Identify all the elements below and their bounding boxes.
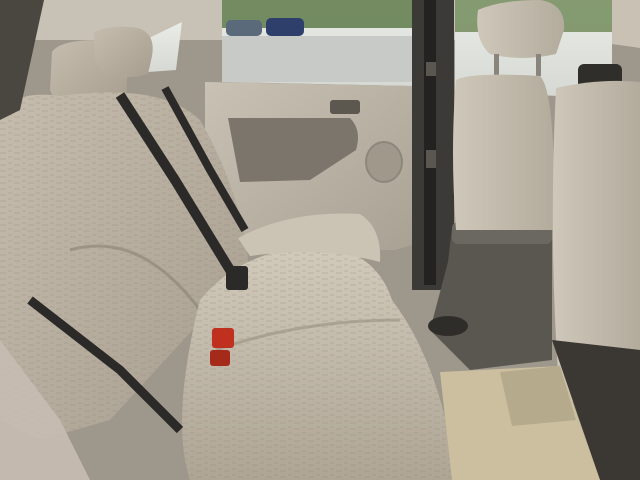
door-handle — [330, 100, 360, 114]
cup-holder — [428, 316, 468, 336]
parking-lot — [222, 36, 412, 82]
belt-anchor — [426, 62, 436, 76]
driver-seat-headrest — [612, 0, 640, 48]
parked-car-1 — [226, 20, 262, 36]
rear-headrest-center — [94, 26, 153, 78]
headrest-post-2 — [536, 54, 541, 76]
seatbelt-buckle-red — [212, 328, 234, 348]
parked-car-2 — [266, 18, 304, 36]
front-seat-back — [453, 74, 555, 231]
b-pillar-seatbelt — [424, 0, 436, 285]
seatbelt-buckle-black — [226, 266, 248, 290]
front-seat-headrest — [477, 0, 565, 58]
seatbelt-buckle-red-lower — [210, 350, 230, 366]
headrest-post-1 — [494, 54, 499, 76]
car-interior-photo — [0, 0, 640, 480]
door-speaker-grille — [365, 141, 403, 183]
belt-anchor-lower — [426, 150, 436, 168]
